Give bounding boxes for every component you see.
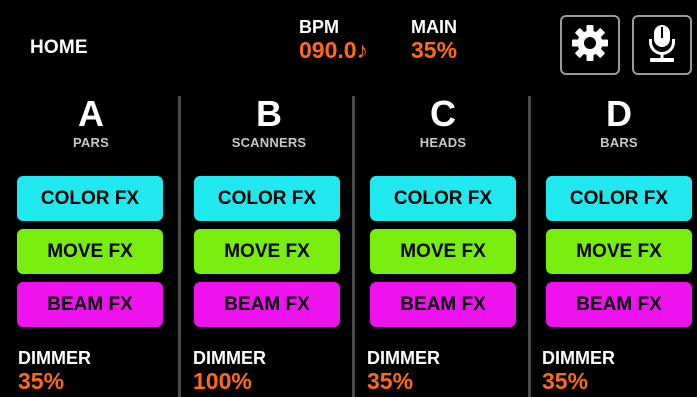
beam-fx-button[interactable]: BEAM FX [370,282,516,327]
group-name: BARS [600,135,638,150]
move-fx-button[interactable]: MOVE FX [194,229,340,274]
dimmer-value[interactable]: 35% [542,368,588,395]
header-bar: HOME BPM 090.0♪ MAIN 35% [0,0,697,90]
main-label: MAIN [411,17,457,37]
group-name: PARS [73,135,109,150]
beam-fx-button[interactable]: BEAM FX [17,282,163,327]
beam-fx-button[interactable]: BEAM FX [194,282,340,327]
bpm-readout[interactable]: BPM 090.0♪ [299,17,368,63]
move-fx-button[interactable]: MOVE FX [546,229,692,274]
bpm-value: 090.0♪ [299,37,369,63]
group-column-d: D BARS COLOR FX MOVE FX BEAM FX DIMMER 3… [531,96,697,397]
dimmer-value[interactable]: 100% [193,368,252,395]
move-fx-button[interactable]: MOVE FX [17,229,163,274]
group-name: SCANNERS [231,135,307,150]
color-fx-button[interactable]: COLOR FX [370,176,516,221]
main-value: 35% [411,37,458,63]
main-readout[interactable]: MAIN 35% [411,17,457,63]
dimmer-label: DIMMER [542,348,615,368]
gear-icon [570,23,610,68]
beam-fx-button[interactable]: BEAM FX [546,282,692,327]
move-fx-button[interactable]: MOVE FX [370,229,516,274]
dimmer-label: DIMMER [193,348,266,368]
dimmer-value[interactable]: 35% [367,368,413,395]
group-column-b: B SCANNERS COLOR FX MOVE FX BEAM FX DIMM… [181,96,357,397]
group-column-a: A PARS COLOR FX MOVE FX BEAM FX DIMMER 3… [3,96,179,397]
home-button[interactable]: HOME [30,37,88,59]
dimmer-value[interactable]: 35% [18,368,64,395]
group-letter: B [256,93,282,134]
group-column-c: C HEADS COLOR FX MOVE FX BEAM FX DIMMER … [355,96,531,397]
group-letter: C [430,93,456,134]
group-letter: A [78,93,104,134]
microphone-icon [644,22,680,69]
group-letter: D [606,93,632,134]
bpm-label: BPM [299,17,339,37]
color-fx-button[interactable]: COLOR FX [194,176,340,221]
group-name: HEADS [419,135,467,150]
settings-button[interactable] [560,15,620,75]
color-fx-button[interactable]: COLOR FX [546,176,692,221]
dimmer-label: DIMMER [367,348,440,368]
dimmer-label: DIMMER [18,348,91,368]
color-fx-button[interactable]: COLOR FX [17,176,163,221]
microphone-button[interactable] [632,15,692,75]
